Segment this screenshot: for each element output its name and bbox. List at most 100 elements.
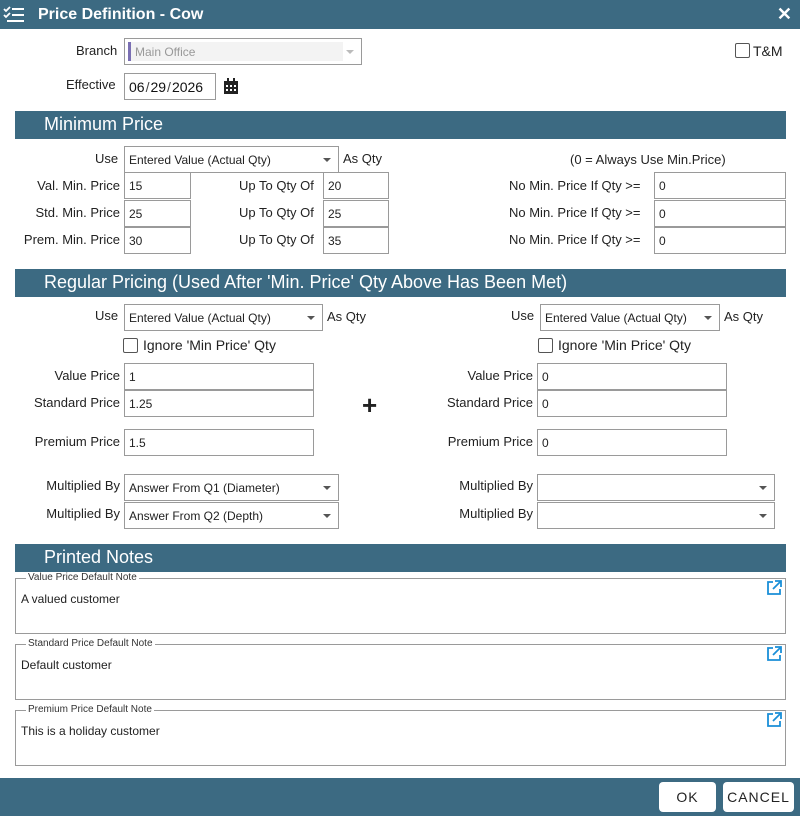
reg-right-mult1-select[interactable] — [537, 474, 775, 501]
reg-right-mult2-select[interactable] — [537, 502, 775, 529]
prem-nomin-label: No Min. Price If Qty >= — [509, 232, 641, 247]
effective-date-input[interactable]: 06/29/2026 — [124, 73, 216, 100]
reg-left-mult1-select[interactable]: Answer From Q1 (Diameter) — [124, 474, 339, 501]
min-price-header: Minimum Price — [15, 111, 786, 139]
reg-right-premium-label: Premium Price — [447, 434, 533, 449]
reg-left-use-select[interactable]: Entered Value (Actual Qty) — [124, 304, 323, 331]
val-nomin-label: No Min. Price If Qty >= — [509, 178, 641, 193]
chevron-down-icon — [346, 50, 354, 54]
effective-label: Effective — [66, 77, 116, 92]
min-use-select[interactable]: Entered Value (Actual Qty) — [124, 146, 339, 173]
std-min-price-label: Std. Min. Price — [35, 205, 120, 220]
date-separator: / — [167, 79, 171, 95]
cancel-button[interactable]: CANCEL — [723, 782, 794, 812]
premium-note-text: This is a holiday customer — [21, 724, 160, 738]
chevron-down-icon — [323, 158, 331, 162]
regular-pricing-header: Regular Pricing (Used After 'Min. Price'… — [15, 269, 786, 297]
external-link-icon[interactable] — [766, 712, 782, 728]
chevron-down-icon — [323, 486, 331, 490]
reg-left-ignore-checkbox[interactable] — [123, 338, 138, 353]
reg-left-standard-input[interactable]: 1.25 — [124, 390, 314, 417]
val-min-price-label: Val. Min. Price — [37, 178, 120, 193]
reg-left-as-qty-label: As Qty — [327, 309, 367, 324]
date-separator: / — [145, 79, 150, 95]
reg-right-use-value: Entered Value (Actual Qty) — [545, 311, 687, 325]
val-min-price-input[interactable]: 15 — [124, 172, 191, 199]
reg-left-value-label: Value Price — [54, 368, 120, 383]
reg-left-mult2-label: Multiplied By — [46, 506, 120, 521]
printed-notes-header: Printed Notes — [15, 544, 786, 572]
branch-select[interactable]: Main Office — [124, 38, 362, 65]
reg-right-ignore-label: Ignore 'Min Price' Qty — [558, 337, 691, 353]
chevron-down-icon — [759, 514, 767, 518]
reg-right-value-input[interactable]: 0 — [537, 363, 727, 390]
std-upto-input[interactable]: 25 — [323, 200, 389, 227]
standard-note-field[interactable]: Standard Price Default Note Default cust… — [15, 638, 786, 700]
prem-min-price-input[interactable]: 30 — [124, 227, 191, 254]
reg-left-mult1-value: Answer From Q1 (Diameter) — [129, 481, 280, 495]
tm-label: T&M — [753, 43, 783, 59]
std-nomin-label: No Min. Price If Qty >= — [509, 205, 641, 220]
reg-left-standard-label: Standard Price — [34, 395, 120, 410]
reg-left-mult2-select[interactable]: Answer From Q2 (Depth) — [124, 502, 339, 529]
premium-note-legend: Premium Price Default Note — [26, 704, 154, 715]
ok-button[interactable]: OK — [659, 782, 716, 812]
reg-left-use-value: Entered Value (Actual Qty) — [129, 311, 271, 325]
calendar-icon[interactable] — [223, 78, 239, 95]
reg-left-value-input[interactable]: 1 — [124, 363, 314, 390]
close-icon[interactable]: ✕ — [777, 4, 792, 25]
effective-year: 2026 — [171, 79, 204, 95]
val-upto-label: Up To Qty Of — [239, 178, 314, 193]
reg-left-use-label: Use — [95, 308, 119, 323]
branch-value: Main Office — [128, 42, 343, 61]
prem-upto-input[interactable]: 35 — [323, 227, 389, 254]
min-price-note: (0 = Always Use Min.Price) — [570, 152, 726, 167]
val-nomin-input[interactable]: 0 — [654, 172, 786, 199]
prem-min-price-label: Prem. Min. Price — [23, 232, 120, 247]
std-nomin-input[interactable]: 0 — [654, 200, 786, 227]
dialog-title: Price Definition - Cow — [38, 6, 204, 23]
reg-right-use-label: Use — [511, 308, 535, 323]
reg-right-mult2-label: Multiplied By — [459, 506, 533, 521]
prem-upto-label: Up To Qty Of — [239, 232, 314, 247]
dialog-footer: OK CANCEL — [0, 778, 800, 816]
reg-right-standard-input[interactable]: 0 — [537, 390, 727, 417]
external-link-icon[interactable] — [766, 646, 782, 662]
reg-left-mult1-label: Multiplied By — [46, 478, 120, 493]
reg-right-value-label: Value Price — [467, 368, 533, 383]
min-use-value: Entered Value (Actual Qty) — [129, 153, 271, 167]
reg-right-standard-label: Standard Price — [447, 395, 533, 410]
checklist-icon — [3, 6, 24, 22]
title-bar: Price Definition - Cow ✕ — [0, 0, 800, 29]
chevron-down-icon — [323, 514, 331, 518]
value-note-field[interactable]: Value Price Default Note A valued custom… — [15, 572, 786, 634]
prem-nomin-input[interactable]: 0 — [654, 227, 786, 254]
tm-checkbox[interactable] — [735, 43, 750, 58]
price-definition-dialog: Price Definition - Cow ✕ Branch Main Off… — [0, 0, 800, 816]
chevron-down-icon — [759, 486, 767, 490]
premium-note-field[interactable]: Premium Price Default Note This is a hol… — [15, 704, 786, 766]
effective-month: 06 — [129, 79, 145, 95]
reg-right-as-qty-label: As Qty — [724, 309, 764, 324]
external-link-icon[interactable] — [766, 580, 782, 596]
branch-label: Branch — [76, 43, 118, 58]
standard-note-text: Default customer — [21, 658, 112, 672]
std-min-price-input[interactable]: 25 — [124, 200, 191, 227]
reg-right-mult1-label: Multiplied By — [459, 478, 533, 493]
min-use-label: Use — [95, 151, 119, 166]
reg-left-mult2-value: Answer From Q2 (Depth) — [129, 509, 264, 523]
reg-right-premium-input[interactable]: 0 — [537, 429, 727, 456]
reg-left-premium-input[interactable]: 1.5 — [124, 429, 314, 456]
plus-icon: + — [362, 390, 378, 420]
val-upto-input[interactable]: 20 — [323, 172, 389, 199]
std-upto-label: Up To Qty Of — [239, 205, 314, 220]
reg-right-ignore-checkbox[interactable] — [538, 338, 553, 353]
reg-left-premium-label: Premium Price — [34, 434, 120, 449]
reg-right-use-select[interactable]: Entered Value (Actual Qty) — [540, 304, 720, 331]
min-as-qty-label: As Qty — [343, 151, 383, 166]
reg-left-ignore-label: Ignore 'Min Price' Qty — [143, 337, 276, 353]
chevron-down-icon — [307, 316, 315, 320]
standard-note-legend: Standard Price Default Note — [26, 638, 155, 649]
value-note-legend: Value Price Default Note — [26, 572, 139, 583]
effective-day: 29 — [150, 79, 167, 95]
